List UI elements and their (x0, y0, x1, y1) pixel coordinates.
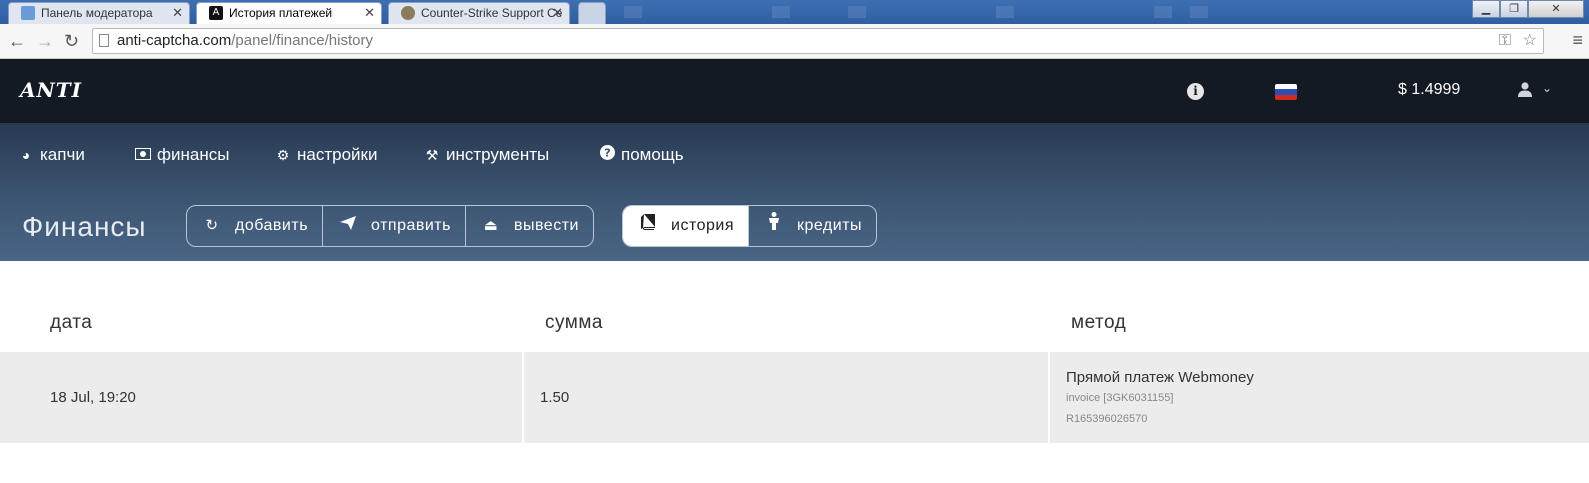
info-icon[interactable]: i (1187, 83, 1204, 100)
new-tab-button[interactable] (578, 2, 606, 24)
send-funds-button[interactable]: отправить (323, 206, 466, 246)
desktop-icon (848, 6, 866, 18)
column-header-date[interactable]: дата (50, 312, 92, 334)
column-divider (522, 352, 524, 443)
menu-item-label: капчи (40, 145, 85, 164)
account-balance[interactable]: $ 1.4999 (1398, 81, 1460, 99)
row-method-cell: Прямой платеж Webmoney invoice [3GK60311… (1050, 352, 1589, 443)
menu-item-label: настройки (297, 145, 378, 164)
row-date: 18 Jul, 19:20 (50, 389, 136, 406)
table-header: дата сумма метод (0, 262, 1589, 352)
reload-icon[interactable]: ↻ (64, 29, 79, 53)
paper-plane-icon (339, 206, 357, 246)
forward-icon[interactable]: → (36, 29, 54, 53)
refresh-icon: ↻ (205, 217, 219, 234)
row-purse: R165396026570 (1066, 413, 1148, 425)
tab-title: История платежей (229, 6, 333, 20)
close-tab-icon[interactable]: ✕ (552, 3, 563, 23)
column-header-method[interactable]: метод (1071, 312, 1126, 334)
button-label: отправить (371, 217, 451, 234)
credits-tab[interactable]: кредиты (749, 206, 876, 246)
site-header: ANTI i $ 1.4999 ⌄ (0, 59, 1589, 123)
book-icon (639, 206, 657, 246)
bookmark-star-icon[interactable]: ☆ (1523, 29, 1537, 53)
menu-item-captcha[interactable]: ◕ капчи (18, 145, 85, 165)
history-tab[interactable]: история (623, 206, 749, 246)
gear-icon: ⚙ (276, 147, 290, 163)
anticaptcha-favicon-icon: A (209, 6, 223, 20)
row-invoice: invoice [3GK6031155] (1066, 392, 1174, 404)
page-title: Финансы (22, 211, 147, 242)
close-tab-icon[interactable]: ✕ (364, 3, 375, 23)
restore-window-button[interactable]: ❐ (1500, 0, 1528, 18)
browser-tab-active[interactable]: A История платежей ✕ (196, 2, 382, 24)
desktop-icon (1154, 6, 1172, 18)
page-icon (99, 34, 109, 47)
desktop-icon (996, 6, 1014, 18)
row-method: Прямой платеж Webmoney (1066, 369, 1254, 386)
browser-menu-icon[interactable]: ≡ (1572, 30, 1583, 51)
button-label: история (671, 217, 734, 234)
close-tab-icon[interactable]: ✕ (172, 3, 183, 23)
desktop-icon (624, 6, 642, 18)
browser-tab[interactable]: Counter-Strike Support Ce ✕ (388, 2, 570, 24)
menu-item-help[interactable]: ? помощь (599, 145, 684, 165)
button-label: вывести (513, 217, 579, 234)
tab-title: Counter-Strike Support Ce (421, 6, 563, 20)
column-header-amount[interactable]: сумма (545, 312, 603, 334)
menu-item-label: инструменты (446, 145, 550, 164)
key-icon[interactable]: ⚿ (1499, 29, 1511, 53)
menu-item-finance[interactable]: финансы (135, 145, 229, 165)
menu-item-settings[interactable]: ⚙ настройки (275, 145, 378, 165)
steam-favicon-icon (401, 6, 415, 20)
menu-item-label: финансы (157, 145, 230, 164)
tab-title: Панель модератора (41, 6, 153, 20)
withdraw-funds-button[interactable]: ⏏ вывести (466, 206, 593, 246)
url-input[interactable]: anti-captcha.com/panel/finance/history ⚿… (92, 28, 1544, 54)
button-label: кредиты (796, 217, 863, 234)
desktop-icon (772, 6, 790, 18)
close-window-button[interactable]: ✕ (1528, 0, 1584, 18)
site-logo[interactable]: ANTI (20, 78, 82, 102)
moderator-favicon-icon (21, 6, 35, 20)
minimize-window-button[interactable]: ▁ (1472, 0, 1500, 18)
eject-icon: ⏏ (483, 217, 499, 234)
pie-chart-icon: ◕ (21, 147, 31, 163)
tools-icon: ⚒ (425, 147, 439, 163)
money-icon (135, 147, 151, 163)
finance-view-group: история кредиты (622, 205, 878, 247)
table-row: 18 Jul, 19:20 1.50 Прямой платеж Webmone… (0, 352, 1589, 443)
chevron-down-icon[interactable]: ⌄ (1542, 81, 1552, 95)
question-icon: ? (599, 145, 615, 163)
finance-action-group: ↻ добавить отправить ⏏ вывести (186, 205, 594, 247)
desktop-icon (1190, 6, 1208, 18)
menu-item-label: помощь (621, 145, 684, 164)
url-host: anti-captcha.com (117, 32, 232, 49)
menu-item-tools[interactable]: ⚒ инструменты (424, 145, 550, 165)
section-nav: ◕ капчи финансы ⚙ настройки ⚒ инструменты ?… (0, 123, 1589, 261)
row-amount: 1.50 (540, 389, 570, 406)
address-bar: ← → ↻ anti-captcha.com/panel/finance/his… (0, 24, 1589, 59)
russian-flag-icon[interactable] (1275, 84, 1297, 100)
user-icon[interactable] (1517, 81, 1533, 102)
back-icon[interactable]: ← (8, 29, 26, 53)
browser-tab[interactable]: Панель модератора ✕ (8, 2, 190, 24)
url-path: /panel/finance/history (231, 32, 373, 49)
add-funds-button[interactable]: ↻ добавить (187, 206, 324, 246)
button-label: добавить (235, 217, 309, 234)
person-icon (765, 206, 783, 246)
svg-text:?: ? (604, 147, 610, 160)
browser-tab-bar: Панель модератора ✕ A История платежей ✕… (0, 0, 1589, 24)
